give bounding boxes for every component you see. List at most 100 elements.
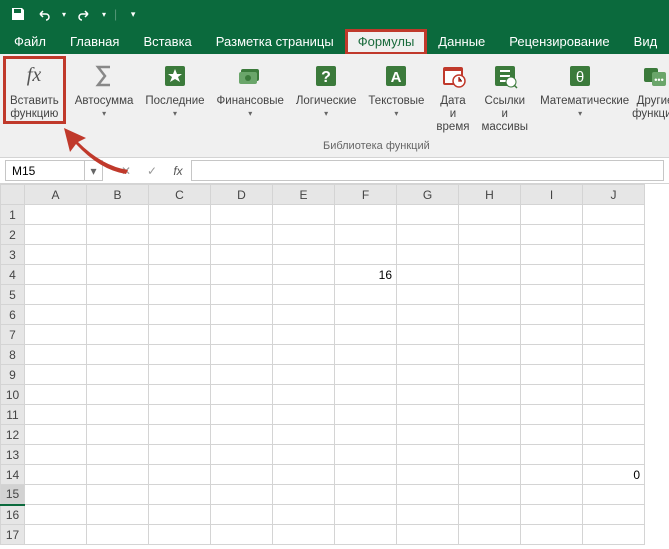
cell[interactable] (273, 385, 335, 405)
column-header[interactable]: C (149, 185, 211, 205)
cell[interactable] (87, 525, 149, 545)
cell[interactable] (335, 205, 397, 225)
cell[interactable] (149, 385, 211, 405)
cell[interactable] (583, 445, 645, 465)
cell[interactable] (211, 485, 273, 505)
cell[interactable] (25, 505, 87, 525)
cell[interactable] (459, 285, 521, 305)
cell[interactable] (87, 305, 149, 325)
cell[interactable] (459, 465, 521, 485)
cell[interactable] (87, 205, 149, 225)
redo-dropdown[interactable]: ▾ (98, 2, 110, 26)
cell[interactable] (397, 285, 459, 305)
formula-input[interactable] (191, 160, 664, 181)
column-header[interactable]: A (25, 185, 87, 205)
select-all-corner[interactable] (1, 185, 25, 205)
cell[interactable] (273, 285, 335, 305)
fx-button[interactable]: fx (165, 158, 191, 183)
cell[interactable] (25, 485, 87, 505)
cell[interactable] (87, 365, 149, 385)
cell[interactable] (397, 385, 459, 405)
cell[interactable] (211, 345, 273, 365)
more-functions-button[interactable]: ••• Другиефункции (626, 57, 669, 136)
tab-insert[interactable]: Вставка (131, 30, 203, 54)
cell[interactable] (25, 365, 87, 385)
cell[interactable] (459, 505, 521, 525)
cell[interactable] (521, 285, 583, 305)
cell[interactable] (273, 525, 335, 545)
cell[interactable] (25, 385, 87, 405)
cell[interactable] (521, 485, 583, 505)
cell[interactable] (397, 445, 459, 465)
row-header[interactable]: 2 (1, 225, 25, 245)
cell[interactable] (583, 265, 645, 285)
cell[interactable] (335, 245, 397, 265)
cell[interactable] (521, 465, 583, 485)
cell[interactable] (211, 245, 273, 265)
cell[interactable] (273, 485, 335, 505)
cell[interactable] (335, 505, 397, 525)
tab-formulas[interactable]: Формулы (346, 30, 427, 54)
cell[interactable] (273, 245, 335, 265)
row-header[interactable]: 11 (1, 405, 25, 425)
column-header[interactable]: B (87, 185, 149, 205)
cell[interactable] (211, 305, 273, 325)
cell[interactable] (25, 225, 87, 245)
cell[interactable] (521, 325, 583, 345)
cell[interactable] (25, 465, 87, 485)
undo-dropdown[interactable]: ▾ (58, 2, 70, 26)
cell[interactable] (335, 285, 397, 305)
cell[interactable] (521, 205, 583, 225)
cell[interactable] (521, 525, 583, 545)
cell[interactable] (25, 445, 87, 465)
cell[interactable] (149, 365, 211, 385)
cell[interactable] (87, 245, 149, 265)
cell[interactable] (273, 345, 335, 365)
cell[interactable] (273, 365, 335, 385)
cell[interactable] (583, 485, 645, 505)
cell[interactable] (397, 205, 459, 225)
tab-home[interactable]: Главная (58, 30, 131, 54)
logical-button[interactable]: ? Логические ▾ (290, 57, 363, 136)
cell[interactable] (87, 325, 149, 345)
column-header[interactable]: G (397, 185, 459, 205)
cell[interactable] (459, 205, 521, 225)
cell[interactable] (25, 525, 87, 545)
cell[interactable] (459, 345, 521, 365)
cell[interactable] (149, 525, 211, 545)
text-button[interactable]: A Текстовые ▾ (362, 57, 430, 136)
cell[interactable] (273, 465, 335, 485)
cell[interactable] (335, 305, 397, 325)
cell[interactable] (397, 425, 459, 445)
autosum-button[interactable]: Автосумма ▾ (69, 57, 140, 136)
cell[interactable] (87, 345, 149, 365)
cell[interactable] (459, 365, 521, 385)
cell[interactable] (583, 245, 645, 265)
row-header[interactable]: 12 (1, 425, 25, 445)
cell[interactable] (583, 505, 645, 525)
undo-button[interactable] (32, 2, 56, 26)
cell[interactable] (87, 465, 149, 485)
save-button[interactable] (6, 2, 30, 26)
cell[interactable] (459, 525, 521, 545)
cell[interactable] (211, 365, 273, 385)
cell[interactable] (149, 425, 211, 445)
cell[interactable] (87, 445, 149, 465)
cell[interactable] (87, 405, 149, 425)
cell[interactable] (521, 405, 583, 425)
cell[interactable] (211, 205, 273, 225)
cell[interactable]: 16 (335, 265, 397, 285)
row-header[interactable]: 1 (1, 205, 25, 225)
cell[interactable] (583, 385, 645, 405)
cell[interactable] (459, 225, 521, 245)
row-header[interactable]: 14 (1, 465, 25, 485)
cell[interactable] (25, 205, 87, 225)
cell[interactable] (335, 425, 397, 445)
cell[interactable] (149, 465, 211, 485)
cancel-formula-button[interactable]: ✕ (113, 158, 139, 183)
cell[interactable] (87, 265, 149, 285)
recent-functions-button[interactable]: Последние ▾ (139, 57, 210, 136)
cell[interactable] (149, 305, 211, 325)
cell[interactable] (87, 485, 149, 505)
cell[interactable] (583, 425, 645, 445)
